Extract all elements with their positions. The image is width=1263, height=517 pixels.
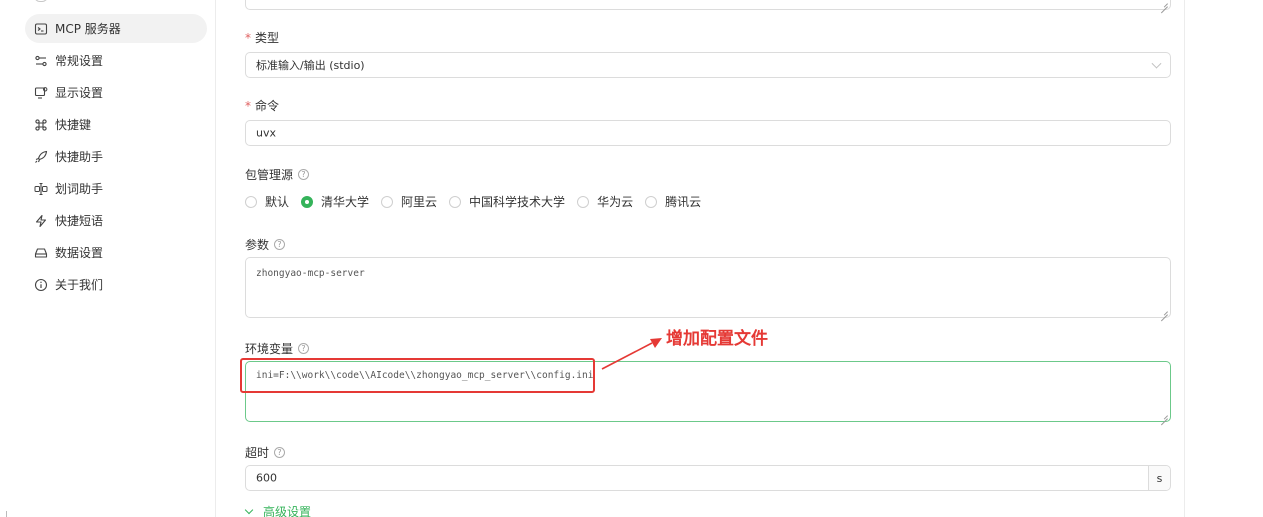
command-icon	[34, 118, 48, 132]
sidebar-item-label: MCP 服务器	[55, 22, 121, 36]
sidebar-item-label: 常规设置	[55, 54, 104, 68]
type-select[interactable]: 标准输入/输出 (stdio)	[245, 52, 1171, 78]
partial-icon	[34, 0, 48, 2]
timeout-label: 超时 ?	[245, 444, 286, 461]
package-source-label: 包管理源 ?	[245, 166, 310, 183]
args-textarea[interactable]: zhongyao-mcp-server	[245, 257, 1171, 318]
radio-default[interactable]: 默认	[245, 193, 289, 210]
sidebar-item-label: 关于我们	[55, 278, 104, 292]
timeout-input-value: 600	[256, 471, 277, 485]
sidebar-item-label: 划词助手	[55, 182, 104, 196]
package-source-radio-group: 默认 清华大学 阿里云 中国科学技术大学 华为云 腾讯云	[245, 193, 713, 210]
database-icon	[34, 246, 48, 260]
command-label: * 命令	[245, 98, 280, 114]
sidebar-item-label: 显示设置	[55, 86, 104, 100]
chevron-down-icon	[1151, 58, 1162, 69]
terminal-icon	[34, 22, 48, 36]
sidebar: MCP 服务器 常规设置 显示设置 快捷键 快捷助手 划词助手 快捷短语 数据设…	[0, 0, 215, 517]
advanced-settings-toggle[interactable]: 高级设置	[244, 503, 311, 517]
sidebar-item-label: 快捷助手	[55, 150, 104, 164]
args-label: 参数 ?	[245, 236, 286, 253]
sidebar-item-general[interactable]: 常规设置	[25, 46, 207, 75]
sidebar-item-mcp-servers[interactable]: MCP 服务器	[25, 14, 207, 43]
mcp-server-form: * 类型 标准输入/输出 (stdio) * 命令 uvx 包管理源 ? 默认 …	[216, 0, 1184, 517]
sidebar-item-selection-assistant[interactable]: 划词助手	[25, 174, 207, 203]
type-label: * 类型	[245, 30, 280, 46]
help-icon[interactable]: ?	[274, 447, 286, 458]
annotation-highlight-box	[240, 358, 595, 393]
command-input[interactable]: uvx	[245, 120, 1171, 146]
type-select-value: 标准输入/输出 (stdio)	[256, 59, 365, 72]
zap-icon	[34, 214, 48, 228]
resize-handle[interactable]	[1161, 412, 1168, 419]
timeout-unit: s	[1148, 466, 1170, 490]
text-select-icon	[34, 182, 48, 196]
sidebar-item-label: 数据设置	[55, 246, 104, 260]
radio-circle	[449, 195, 462, 208]
sidebar-item-about[interactable]: 关于我们	[25, 270, 207, 299]
radio-tsinghua[interactable]: 清华大学	[301, 193, 369, 210]
radio-circle	[645, 195, 658, 208]
env-label: 环境变量 ?	[245, 340, 310, 357]
window-edge-mark	[6, 511, 7, 517]
resize-handle[interactable]	[1161, 0, 1168, 7]
resize-handle[interactable]	[1161, 308, 1168, 315]
radio-tencent[interactable]: 腾讯云	[645, 193, 701, 210]
sidebar-item-shortcuts[interactable]: 快捷键	[25, 110, 207, 139]
rocket-icon	[34, 150, 48, 164]
settings-window: MCP 服务器 常规设置 显示设置 快捷键 快捷助手 划词助手 快捷短语 数据设…	[0, 0, 1263, 517]
sidebar-item-label: 快捷短语	[55, 214, 104, 228]
radio-circle	[381, 195, 394, 208]
radio-aliyun[interactable]: 阿里云	[381, 193, 437, 210]
content-right-border	[1184, 0, 1185, 517]
chevron-down-icon	[244, 505, 254, 514]
args-textarea-value: zhongyao-mcp-server	[256, 268, 365, 279]
sidebar-item-quick-phrases[interactable]: 快捷短语	[25, 206, 207, 235]
info-icon	[34, 278, 48, 292]
radio-circle	[245, 195, 257, 208]
monitor-icon	[34, 86, 48, 100]
radio-circle	[577, 195, 590, 208]
command-input-value: uvx	[256, 126, 276, 140]
radio-huawei[interactable]: 华为云	[577, 193, 633, 210]
help-icon[interactable]: ?	[298, 343, 310, 354]
sliders-icon	[34, 54, 48, 68]
sidebar-item-data[interactable]: 数据设置	[25, 238, 207, 267]
annotation-label: 增加配置文件	[666, 329, 768, 349]
description-textarea[interactable]	[245, 0, 1171, 10]
sidebar-item-display[interactable]: 显示设置	[25, 78, 207, 107]
sidebar-item-quick-assistant[interactable]: 快捷助手	[25, 142, 207, 171]
help-icon[interactable]: ?	[298, 169, 310, 180]
help-icon[interactable]: ?	[274, 239, 286, 250]
timeout-input[interactable]: 600 s	[245, 465, 1171, 491]
radio-circle-checked	[301, 195, 314, 208]
radio-ustc[interactable]: 中国科学技术大学	[449, 193, 565, 210]
sidebar-item-label: 快捷键	[55, 118, 92, 132]
